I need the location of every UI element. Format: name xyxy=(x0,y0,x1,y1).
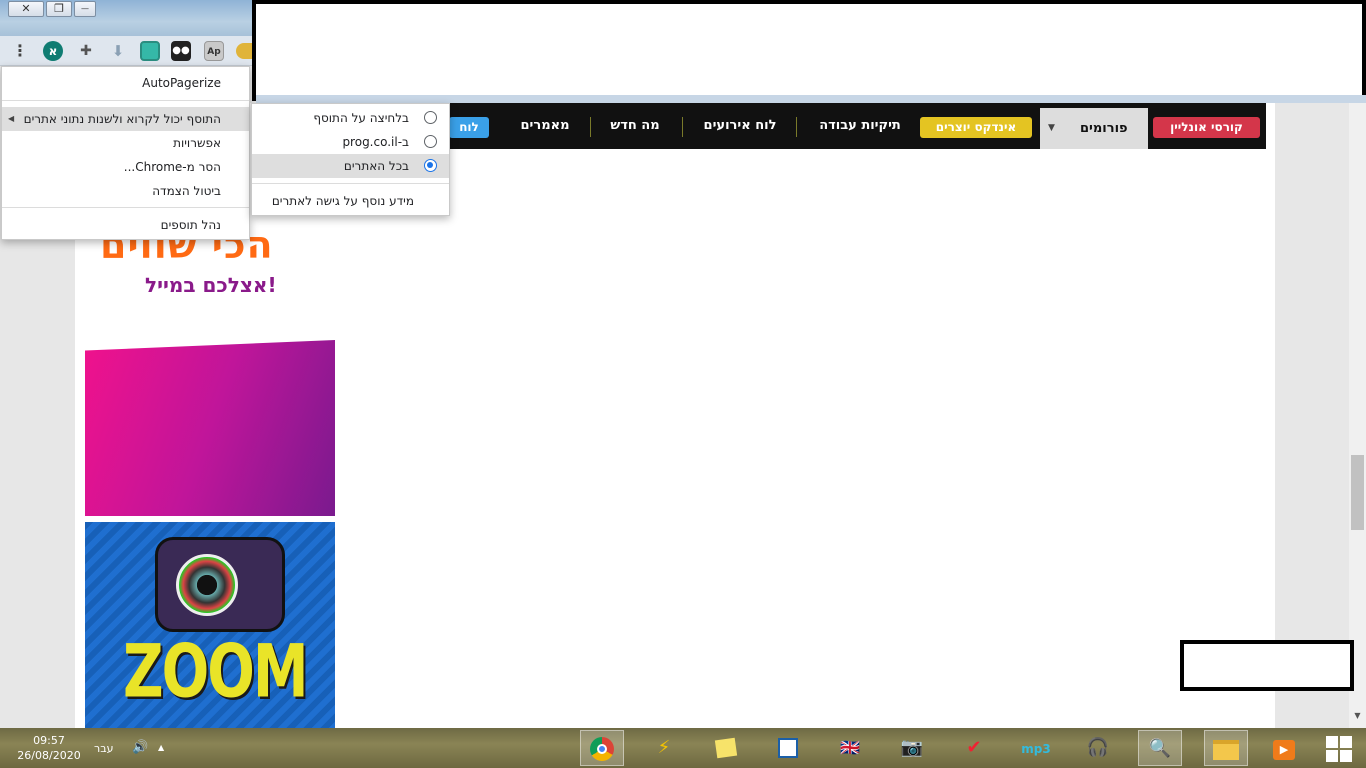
taskbar-chrome[interactable] xyxy=(580,730,624,766)
taskbar-audacity[interactable]: 🎧 xyxy=(1076,730,1120,766)
nav-portfolios[interactable]: תיקיות עבודה xyxy=(810,103,910,149)
chevron-down-icon[interactable]: ▼ xyxy=(1048,108,1055,149)
camera-icon xyxy=(155,537,285,632)
glasses-icon: ●● xyxy=(172,45,190,56)
ad-zoom-text: ZOOM xyxy=(123,630,309,715)
close-icon: ✕ xyxy=(21,2,31,15)
ad-banner-zoom[interactable]: ZOOM xyxy=(85,522,335,728)
coins-extension-button[interactable] xyxy=(236,43,252,59)
dark-extension-button[interactable]: ●● xyxy=(171,41,191,61)
menu-item-label: התוסף יכול לקרוא ולשנות נתוני אתרים xyxy=(23,112,221,126)
nav-online-courses[interactable]: קורסי אונליין xyxy=(1153,117,1260,138)
scrollbar-thumb[interactable] xyxy=(1351,455,1364,530)
taskbar-camera-app[interactable]: 📷 xyxy=(890,730,934,766)
clock-time: 09:57 xyxy=(33,734,65,747)
kebab-menu-icon: ⋮ xyxy=(12,41,28,60)
wallpaper-strip xyxy=(256,95,1366,103)
taskbar-search-app[interactable]: 🔍 xyxy=(1138,730,1182,766)
menu-item-options[interactable]: אפשרויות xyxy=(2,131,249,155)
redacted-region xyxy=(1180,640,1354,691)
menu-divider xyxy=(252,183,449,184)
nav-articles[interactable]: מאמרים xyxy=(505,103,585,149)
nav-whats-new[interactable]: מה חדש xyxy=(595,103,675,149)
extension-context-menu: AutoPagerize התוסף יכול לקרוא ולשנות נתו… xyxy=(1,66,250,240)
scroll-down-arrow-icon[interactable]: ▼ xyxy=(1351,711,1364,725)
puzzle-icon: ✚ xyxy=(80,43,92,59)
search-app-icon: 🔍 xyxy=(1148,738,1172,759)
system-clock[interactable]: 09:57 26/08/2020 xyxy=(14,733,84,763)
radio-option-on-click[interactable]: בלחיצה על התוסף xyxy=(252,106,449,130)
document-icon xyxy=(778,738,798,758)
taskbar-document-app[interactable] xyxy=(766,730,810,766)
menu-divider xyxy=(2,207,249,208)
radio-option-on-site[interactable]: ב-prog.co.il xyxy=(252,130,449,154)
taskbar-mp3-app[interactable]: mp3 xyxy=(1014,730,1058,766)
taskbar-media-player[interactable]: ▶ xyxy=(1262,730,1306,766)
autopagerize-extension-button[interactable]: Ap xyxy=(204,41,224,61)
file-explorer-icon xyxy=(1213,740,1239,760)
taskbar-checkmark-app[interactable]: ✔ xyxy=(952,730,996,766)
mp3-app-icon: mp3 xyxy=(1021,742,1051,756)
nav-events-board[interactable]: לוח אירועים xyxy=(690,103,790,149)
camera-app-icon: 📷 xyxy=(900,737,924,758)
nav-creators-index[interactable]: אינדקס יוצרים xyxy=(920,117,1032,138)
teal-extension-button[interactable] xyxy=(140,41,160,61)
menu-item-remove[interactable]: הסר מ-Chrome... xyxy=(2,155,249,179)
tray-expand-icon[interactable]: ▲ xyxy=(158,743,164,752)
minimize-icon: — xyxy=(81,4,89,13)
chrome-menu-button[interactable]: ⋮ xyxy=(12,41,28,61)
nav-board-button[interactable]: לוח xyxy=(449,117,489,138)
taskbar-flag-app[interactable]: 🇬🇧 xyxy=(828,730,872,766)
volume-icon[interactable]: 🔊 xyxy=(132,740,148,755)
start-button[interactable] xyxy=(1326,736,1352,762)
input-language-indicator[interactable]: עבר xyxy=(94,742,113,755)
restore-icon: ❐ xyxy=(54,2,64,15)
audacity-icon: 🎧 xyxy=(1086,737,1110,758)
nav-divider xyxy=(682,117,683,137)
ad-subline: אצלכם במייל! xyxy=(145,273,277,297)
winamp-icon: ⚡ xyxy=(657,737,671,758)
ad-banner-gradient[interactable] xyxy=(85,340,335,516)
download-extension-button[interactable]: ⬇ xyxy=(108,41,128,61)
menu-item-manage-extensions[interactable]: נהל תוספים xyxy=(2,213,249,237)
taskbar-winamp[interactable]: ⚡ xyxy=(642,730,686,766)
autopagerize-icon: Ap xyxy=(207,47,221,57)
menu-item-unpin[interactable]: ביטול הצמדה xyxy=(2,179,249,203)
submenu-arrow-icon: ◀ xyxy=(8,114,15,123)
extensions-button[interactable]: ✚ xyxy=(76,41,96,61)
menu-item-learn-more[interactable]: מידע נוסף על גישה לאתרים xyxy=(252,189,449,213)
minimize-window-button[interactable]: — xyxy=(74,1,96,17)
profile-avatar[interactable]: א xyxy=(43,41,63,61)
taskbar-file-explorer[interactable] xyxy=(1204,730,1248,766)
radio-button-selected-icon[interactable] xyxy=(424,159,437,172)
menu-item-site-access[interactable]: התוסף יכול לקרוא ולשנות נתוני אתרים ◀ xyxy=(2,107,249,131)
page-scrollbar[interactable] xyxy=(1349,103,1366,728)
nav-forums-tab[interactable]: פורומים ▼ xyxy=(1040,108,1148,149)
taskbar-sticky-notes[interactable] xyxy=(704,730,748,766)
redacted-region xyxy=(252,0,1366,101)
radio-button-icon[interactable] xyxy=(424,135,437,148)
radio-option-all-sites[interactable]: בכל האתרים xyxy=(252,154,449,178)
radio-button-icon[interactable] xyxy=(424,111,437,124)
checkmark-app-icon: ✔ xyxy=(966,737,982,758)
download-icon: ⬇ xyxy=(111,42,125,60)
windows-logo-icon xyxy=(1326,736,1352,762)
media-player-icon: ▶ xyxy=(1273,740,1295,760)
restore-window-button[interactable]: ❐ xyxy=(46,1,72,17)
close-window-button[interactable]: ✕ xyxy=(8,1,44,17)
site-access-submenu: בלחיצה על התוסף ב-prog.co.il בכל האתרים … xyxy=(251,103,450,216)
menu-item-autopagerize[interactable]: AutoPagerize xyxy=(2,71,249,95)
sticky-notes-icon xyxy=(714,737,738,759)
flag-app-icon: 🇬🇧 xyxy=(840,738,860,757)
menu-divider xyxy=(2,100,249,101)
chrome-icon xyxy=(590,737,614,761)
nav-forums-label: פורומים xyxy=(1080,121,1128,136)
clock-date: 26/08/2020 xyxy=(17,749,81,762)
nav-divider xyxy=(796,117,797,137)
nav-divider xyxy=(590,117,591,137)
